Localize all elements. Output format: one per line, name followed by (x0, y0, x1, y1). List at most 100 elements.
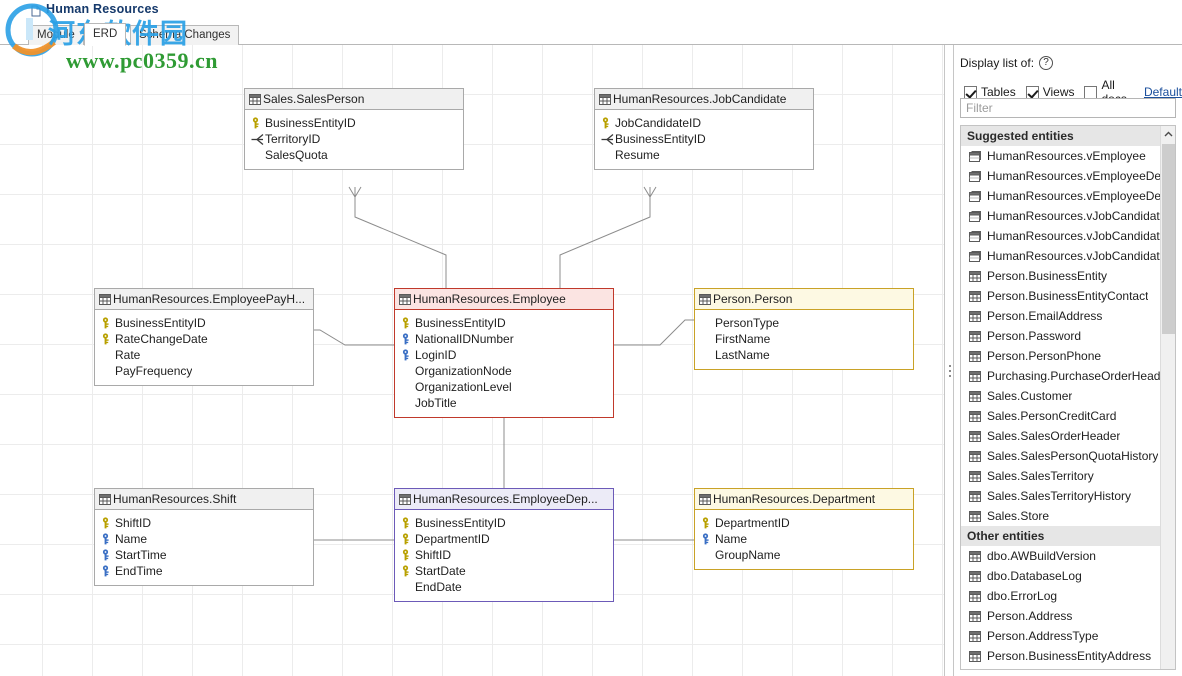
entity-column[interactable]: LastName (701, 347, 909, 363)
entity-column[interactable]: SalesQuota (251, 147, 459, 163)
entity-header-person[interactable]: Person.Person (695, 289, 913, 310)
column-name: PayFrequency (115, 364, 193, 378)
entity-header-employee[interactable]: HumanResources.Employee (395, 289, 613, 310)
erd-canvas[interactable]: Sales.SalesPerson BusinessEntityID Territo… (0, 45, 946, 676)
entity-column[interactable]: BusinessEntityID (101, 315, 309, 331)
entity-column[interactable]: ShiftID (101, 515, 309, 531)
table-icon (969, 550, 981, 562)
entity-header-employeepayhistory[interactable]: HumanResources.EmployeePayH... (95, 289, 313, 310)
list-item[interactable]: Sales.SalesTerritory (961, 466, 1175, 486)
relationship-employee-to-person[interactable] (614, 320, 694, 346)
entity-column[interactable]: LoginID (401, 347, 609, 363)
checkbox-views-box[interactable] (1025, 85, 1039, 99)
entity-header-salesperson[interactable]: Sales.SalesPerson (245, 89, 463, 110)
entity-box-employeepayhistory[interactable]: HumanResources.EmployeePayH... BusinessEn… (94, 288, 314, 386)
list-item[interactable]: Person.BusinessEntity (961, 266, 1175, 286)
list-item[interactable]: Person.AddressType (961, 626, 1175, 646)
entity-column[interactable]: EndTime (101, 563, 309, 579)
entity-column[interactable]: Rate (101, 347, 309, 363)
entity-column[interactable]: PayFrequency (101, 363, 309, 379)
scroll-up-icon[interactable] (1161, 126, 1175, 142)
entity-column[interactable]: FirstName (701, 331, 909, 347)
default-link[interactable]: Default (1144, 85, 1182, 99)
table-icon (969, 590, 981, 602)
entity-column[interactable]: NationalIDNumber (401, 331, 609, 347)
list-item[interactable]: Person.PersonPhone (961, 346, 1175, 366)
list-item[interactable]: Sales.Customer (961, 386, 1175, 406)
entity-column[interactable]: Name (101, 531, 309, 547)
entity-column[interactable]: TerritoryID (251, 131, 459, 147)
question-mark-icon[interactable]: ? (1039, 56, 1054, 70)
view-icon (969, 150, 981, 162)
entity-column[interactable]: ShiftID (401, 547, 609, 563)
entity-column[interactable]: DepartmentID (401, 531, 609, 547)
list-item[interactable]: Person.Address (961, 606, 1175, 626)
list-item[interactable]: dbo.ErrorLog (961, 586, 1175, 606)
entity-list[interactable]: Suggested entities HumanResources.vEmploy… (960, 125, 1176, 670)
entity-column[interactable]: GroupName (701, 547, 909, 563)
entity-column[interactable]: BusinessEntityID (601, 131, 809, 147)
list-item[interactable]: Sales.SalesTerritoryHistory (961, 486, 1175, 506)
entity-box-person[interactable]: Person.Person PersonType FirstName LastName (694, 288, 914, 370)
checkbox-tables[interactable]: Tables (964, 85, 1016, 99)
entity-column[interactable]: OrganizationNode (401, 363, 609, 379)
entity-column[interactable]: JobCandidateID (601, 115, 809, 131)
list-item[interactable]: HumanResources.vEmployeeDep... (961, 166, 1175, 186)
entity-column[interactable]: BusinessEntityID (401, 315, 609, 331)
entity-column[interactable]: BusinessEntityID (401, 515, 609, 531)
entity-column[interactable]: DepartmentID (701, 515, 909, 531)
list-item[interactable]: Person.BusinessEntityAddress (961, 646, 1175, 666)
checkbox-all-docs-box[interactable] (1084, 85, 1098, 99)
entity-column[interactable]: StartDate (401, 563, 609, 579)
list-item[interactable]: Sales.SalesPersonQuotaHistory (961, 446, 1175, 466)
entity-box-department[interactable]: HumanResources.Department DepartmentID Nam… (694, 488, 914, 570)
panel-splitter[interactable] (944, 45, 954, 676)
list-item[interactable]: Sales.SalesOrderHeader (961, 426, 1175, 446)
list-item[interactable]: HumanResources.vEmployeeDep... (961, 186, 1175, 206)
entity-column[interactable]: StartTime (101, 547, 309, 563)
list-item[interactable]: Person.Password (961, 326, 1175, 346)
list-item[interactable]: dbo.DatabaseLog (961, 566, 1175, 586)
list-item[interactable]: HumanResources.vEmployee (961, 146, 1175, 166)
tab-erd[interactable]: ERD (84, 23, 127, 46)
unique-key-icon (101, 565, 115, 577)
relationship-employee-to-salesperson[interactable] (355, 197, 447, 288)
list-item[interactable]: Person.BusinessEntityContact (961, 286, 1175, 306)
entity-header-department[interactable]: HumanResources.Department (695, 489, 913, 510)
entity-header-jobcandidate[interactable]: HumanResources.JobCandidate (595, 89, 813, 110)
entity-column[interactable]: EndDate (401, 579, 609, 595)
list-item[interactable]: Sales.Store (961, 506, 1175, 526)
entity-column[interactable]: BusinessEntityID (251, 115, 459, 131)
list-item[interactable]: Person.EmailAddress (961, 306, 1175, 326)
list-item[interactable]: HumanResources.vJobCandidate... (961, 226, 1175, 246)
filter-input[interactable]: Filter (960, 98, 1176, 118)
checkbox-views[interactable]: Views (1025, 85, 1074, 99)
entity-column[interactable]: JobTitle (401, 395, 609, 411)
entity-column[interactable]: RateChangeDate (101, 331, 309, 347)
entity-header-shift[interactable]: HumanResources.Shift (95, 489, 313, 510)
list-item[interactable]: Purchasing.PurchaseOrderHeader (961, 366, 1175, 386)
column-name: LastName (715, 348, 770, 362)
list-item[interactable]: HumanResources.vJobCandidate (961, 206, 1175, 226)
entity-box-salesperson[interactable]: Sales.SalesPerson BusinessEntityID Territo… (244, 88, 464, 170)
tab-module[interactable]: Module (28, 25, 84, 45)
list-item[interactable]: Sales.PersonCreditCard (961, 406, 1175, 426)
entity-box-shift[interactable]: HumanResources.Shift ShiftID Name StartTime… (94, 488, 314, 586)
scrollbar-thumb[interactable] (1162, 144, 1175, 334)
entity-box-jobcandidate[interactable]: HumanResources.JobCandidate JobCandidateI… (594, 88, 814, 170)
entity-column[interactable]: OrganizationLevel (401, 379, 609, 395)
column-name: Name (115, 532, 148, 546)
entity-list-scrollbar[interactable] (1160, 126, 1175, 669)
entity-column[interactable]: Resume (601, 147, 809, 163)
list-item[interactable]: dbo.AWBuildVersion (961, 546, 1175, 566)
entity-column[interactable]: Name (701, 531, 909, 547)
entity-column[interactable]: PersonType (701, 315, 909, 331)
checkbox-tables-box[interactable] (964, 85, 977, 99)
relationship-employee-to-jobcandidate[interactable] (559, 197, 650, 288)
list-item[interactable]: HumanResources.vJobCandidate... (961, 246, 1175, 266)
entity-box-employee[interactable]: HumanResources.Employee BusinessEntityID N… (394, 288, 614, 418)
entity-header-employeedept[interactable]: HumanResources.EmployeeDep... (395, 489, 613, 510)
tab-schema-changes[interactable]: Schema Changes (130, 25, 240, 45)
relationship-employee-to-employeepayhistory[interactable] (314, 330, 394, 346)
entity-box-employeedept[interactable]: HumanResources.EmployeeDep... BusinessEnt… (394, 488, 614, 602)
